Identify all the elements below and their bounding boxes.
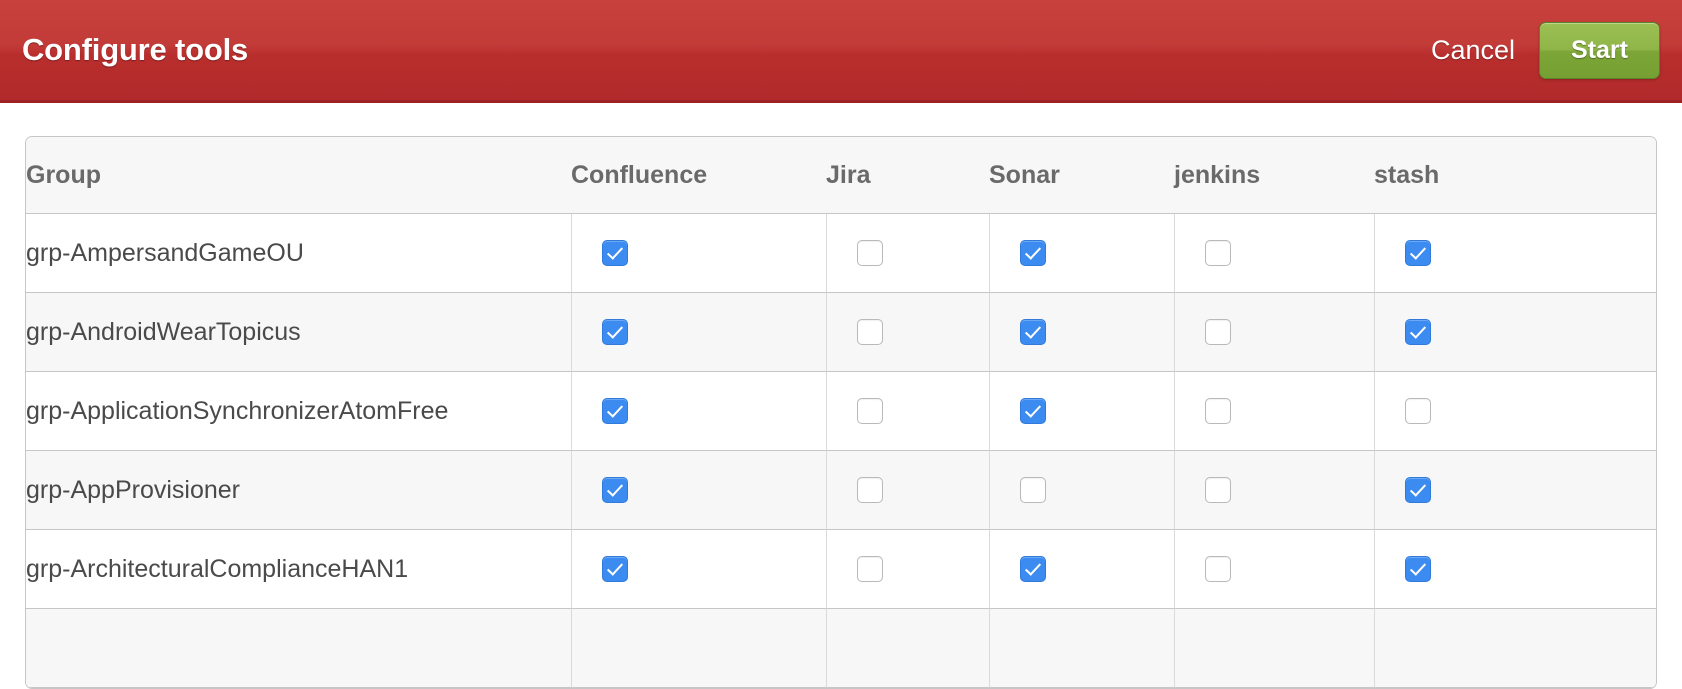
checkbox-sonar[interactable]	[1020, 556, 1046, 582]
table-row: grp-AndroidWearTopicus	[26, 293, 1656, 372]
cell-sonar	[989, 451, 1174, 530]
group-name-cell: grp-AndroidWearTopicus	[26, 293, 571, 372]
group-name-cell: grp-AppProvisioner	[26, 451, 571, 530]
cell-jenkins	[1174, 451, 1374, 530]
checkbox-jira[interactable]	[857, 319, 883, 345]
checkbox-stash[interactable]	[1405, 477, 1431, 503]
page-title: Configure tools	[22, 32, 249, 67]
checkbox-jira[interactable]	[857, 398, 883, 424]
cell-stash	[1374, 293, 1656, 372]
cell-sonar	[989, 214, 1174, 293]
cell-sonar	[989, 293, 1174, 372]
cell-stash	[1374, 451, 1656, 530]
checkbox-stash[interactable]	[1405, 556, 1431, 582]
group-name-cell	[26, 609, 571, 688]
cell-sonar	[989, 609, 1174, 688]
checkbox-confluence[interactable]	[602, 240, 628, 266]
checkbox-jenkins[interactable]	[1205, 556, 1231, 582]
checkbox-stash[interactable]	[1405, 398, 1431, 424]
table-header: Group Confluence Jira Sonar jenkins stas…	[26, 137, 1656, 214]
table-header-row: Group Confluence Jira Sonar jenkins stas…	[26, 137, 1656, 214]
checkbox-confluence[interactable]	[602, 398, 628, 424]
cell-stash	[1374, 214, 1656, 293]
cell-jira	[826, 451, 989, 530]
cell-jira	[826, 214, 989, 293]
column-header-jira[interactable]: Jira	[826, 137, 989, 214]
checkbox-sonar[interactable]	[1020, 398, 1046, 424]
cell-confluence	[571, 372, 826, 451]
checkbox-jira[interactable]	[857, 556, 883, 582]
table-row: grp-ArchitecturalComplianceHAN1	[26, 530, 1656, 609]
column-header-sonar[interactable]: Sonar	[989, 137, 1174, 214]
checkbox-confluence[interactable]	[602, 319, 628, 345]
column-header-group[interactable]: Group	[26, 137, 571, 214]
cell-confluence	[571, 609, 826, 688]
checkbox-jenkins[interactable]	[1205, 240, 1231, 266]
table-row: grp-AppProvisioner	[26, 451, 1656, 530]
checkbox-confluence[interactable]	[602, 477, 628, 503]
cell-confluence	[571, 214, 826, 293]
group-name-cell: grp-AmpersandGameOU	[26, 214, 571, 293]
checkbox-stash[interactable]	[1405, 240, 1431, 266]
cell-stash	[1374, 530, 1656, 609]
checkbox-stash[interactable]	[1405, 319, 1431, 345]
titlebar: Configure tools Cancel Start	[0, 0, 1682, 103]
cell-jenkins	[1174, 293, 1374, 372]
checkbox-confluence[interactable]	[602, 556, 628, 582]
cell-confluence	[571, 530, 826, 609]
checkbox-sonar[interactable]	[1020, 240, 1046, 266]
cell-jenkins	[1174, 372, 1374, 451]
cell-stash	[1374, 372, 1656, 451]
column-header-jenkins[interactable]: jenkins	[1174, 137, 1374, 214]
checkbox-jenkins[interactable]	[1205, 477, 1231, 503]
cell-jira	[826, 609, 989, 688]
cell-jira	[826, 372, 989, 451]
checkbox-sonar[interactable]	[1020, 477, 1046, 503]
cell-confluence	[571, 293, 826, 372]
checkbox-jenkins[interactable]	[1205, 398, 1231, 424]
cell-jenkins	[1174, 609, 1374, 688]
table-body: grp-AmpersandGameOU grp-AndroidWearTopicu…	[26, 214, 1656, 688]
column-header-confluence[interactable]: Confluence	[571, 137, 826, 214]
table-row: grp-AmpersandGameOU	[26, 214, 1656, 293]
titlebar-actions: Cancel Start	[1425, 21, 1660, 79]
cell-sonar	[989, 530, 1174, 609]
cell-sonar	[989, 372, 1174, 451]
cell-jira	[826, 530, 989, 609]
group-name-cell: grp-ApplicationSynchronizerAtomFree	[26, 372, 571, 451]
checkbox-jira[interactable]	[857, 240, 883, 266]
group-name-cell: grp-ArchitecturalComplianceHAN1	[26, 530, 571, 609]
cell-stash	[1374, 609, 1656, 688]
checkbox-sonar[interactable]	[1020, 319, 1046, 345]
tools-configuration-table: Group Confluence Jira Sonar jenkins stas…	[25, 136, 1657, 689]
cell-jenkins	[1174, 530, 1374, 609]
table-row	[26, 609, 1656, 688]
cell-confluence	[571, 451, 826, 530]
cancel-button[interactable]: Cancel	[1425, 31, 1521, 70]
column-header-stash[interactable]: stash	[1374, 137, 1656, 214]
checkbox-jenkins[interactable]	[1205, 319, 1231, 345]
start-button[interactable]: Start	[1539, 21, 1660, 79]
cell-jenkins	[1174, 214, 1374, 293]
cell-jira	[826, 293, 989, 372]
content-area: Group Confluence Jira Sonar jenkins stas…	[0, 103, 1682, 689]
checkbox-jira[interactable]	[857, 477, 883, 503]
table-row: grp-ApplicationSynchronizerAtomFree	[26, 372, 1656, 451]
